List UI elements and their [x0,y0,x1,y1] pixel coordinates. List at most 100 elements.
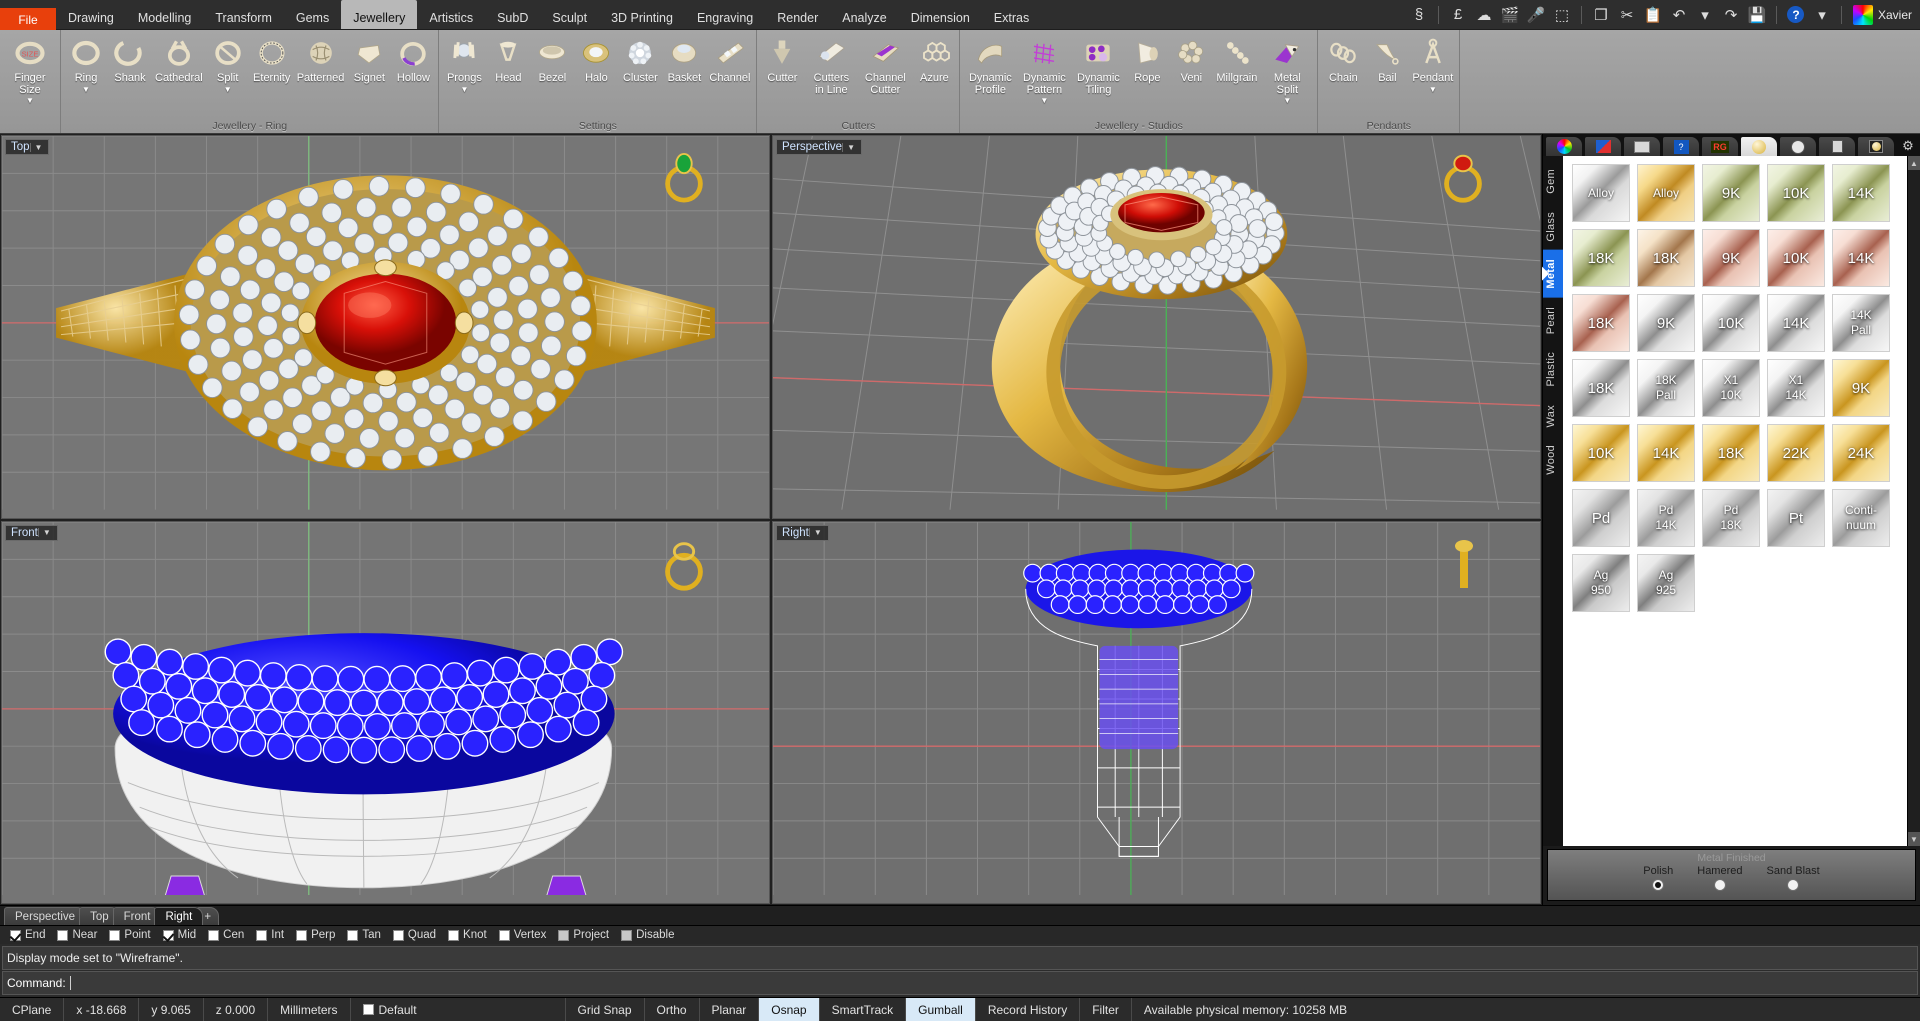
metal-finish-option-hamered[interactable]: Hamered [1697,865,1742,891]
osnap-project[interactable]: Project [558,929,609,941]
status-toggle-filter[interactable]: Filter [1080,998,1132,1021]
material-swatch[interactable]: Ag 925 [1637,554,1695,612]
viewport-front-dropdown-icon[interactable]: ▼ [38,528,55,537]
ribbon-button-ring[interactable]: Ring▼ [64,34,108,94]
material-swatch[interactable]: 10K [1767,229,1825,287]
material-swatch[interactable]: 18K Pall [1637,359,1695,417]
osnap-int[interactable]: Int [256,929,284,941]
clapperboard-icon[interactable]: 🎬 [1498,2,1522,28]
ribbon-button-prongs[interactable]: Prongs▼ [442,34,486,94]
osnap-checkbox[interactable] [57,930,68,941]
material-swatch[interactable]: X1 10K [1702,359,1760,417]
status-toggle-planar[interactable]: Planar [700,998,760,1021]
material-swatch[interactable]: Pd 14K [1637,489,1695,547]
osnap-checkbox[interactable] [10,930,21,941]
panel-settings-gear-icon[interactable]: ⚙ [1896,136,1920,156]
material-swatch[interactable]: 10K [1702,294,1760,352]
osnap-checkbox[interactable] [208,930,219,941]
panel-tab-trash[interactable] [1818,136,1856,156]
metal-finish-option-sand-blast[interactable]: Sand Blast [1767,865,1820,891]
material-swatch[interactable]: 9K [1832,359,1890,417]
material-swatch[interactable]: 14K [1832,164,1890,222]
status-toggle-smarttrack[interactable]: SmartTrack [820,998,907,1021]
material-category-wax[interactable]: Wax [1543,396,1563,437]
viewport-perspective-label[interactable]: Perspective ▼ [776,139,862,155]
osnap-checkbox[interactable] [163,930,174,941]
undo-icon[interactable]: ↶ [1667,2,1691,28]
ribbon-button-dropdown-icon[interactable]: ▼ [26,97,34,105]
osnap-perp[interactable]: Perp [296,929,335,941]
material-swatch[interactable]: 9K [1702,229,1760,287]
ribbon-button-split[interactable]: Split▼ [206,34,250,94]
ribbon-button-patterned[interactable]: Patterned [294,34,348,85]
material-swatch[interactable]: 24K [1832,424,1890,482]
material-swatch[interactable]: 9K [1702,164,1760,222]
status-toggle-osnap[interactable]: Osnap [759,998,819,1021]
viewport-right[interactable]: Right ▼ [772,521,1541,905]
ribbon-button-halo[interactable]: Halo [574,34,618,85]
ribbon-button-cutters-in-line[interactable]: Cutters in Line [804,34,858,96]
ribbon-button-bail[interactable]: Bail [1365,34,1409,85]
menu-item-modelling[interactable]: Modelling [126,0,204,29]
menu-item-3d-printing[interactable]: 3D Printing [599,0,685,29]
osnap-checkbox[interactable] [393,930,404,941]
material-category-glass[interactable]: Glass [1543,203,1563,251]
viewport-perspective-dropdown-icon[interactable]: ▼ [842,143,859,152]
viewport-tab-right[interactable]: Right [154,907,203,925]
material-swatch[interactable]: 10K [1572,424,1630,482]
ribbon-button-hollow[interactable]: Hollow [391,34,435,85]
osnap-checkbox[interactable] [499,930,510,941]
menu-item-gems[interactable]: Gems [284,0,341,29]
scroll-track[interactable] [1908,170,1920,832]
material-category-plastic[interactable]: Plastic [1543,343,1563,396]
panel-scrollbar[interactable]: ▲ ▼ [1907,156,1920,846]
panel-tab-environment[interactable] [1779,136,1817,156]
material-swatch[interactable]: 18K [1572,294,1630,352]
material-swatch[interactable]: 10K [1767,164,1825,222]
status-toggle-ortho[interactable]: Ortho [645,998,700,1021]
material-swatch[interactable]: 14K [1832,229,1890,287]
status-toggle-grid-snap[interactable]: Grid Snap [566,998,645,1021]
ribbon-button-finger-size[interactable]: SIZEFinger Size▼ [3,34,57,105]
menu-item-engraving[interactable]: Engraving [685,0,765,29]
pound-sterling-icon[interactable]: £ [1446,2,1470,28]
menu-item-analyze[interactable]: Analyze [830,0,898,29]
ribbon-button-dropdown-icon[interactable]: ▼ [1283,97,1291,105]
copy-icon[interactable]: ❐ [1589,2,1613,28]
menu-item-drawing[interactable]: Drawing [56,0,126,29]
material-category-wood[interactable]: Wood [1543,436,1563,484]
menu-item-sculpt[interactable]: Sculpt [540,0,599,29]
viewport-top-dropdown-icon[interactable]: ▼ [30,143,47,152]
menu-item-artistics[interactable]: Artistics [417,0,485,29]
microphone-icon[interactable]: 🎤 [1524,2,1548,28]
material-swatch[interactable]: Alloy [1572,164,1630,222]
redo-icon[interactable]: ↷ [1719,2,1743,28]
material-swatch[interactable]: Pd 18K [1702,489,1760,547]
panel-tab-layers[interactable] [1584,136,1622,156]
panel-tab-materials[interactable] [1740,136,1778,156]
ribbon-button-metal-split[interactable]: Metal Split▼ [1260,34,1314,105]
osnap-point[interactable]: Point [109,929,150,941]
panel-tab-help[interactable]: ? [1662,136,1700,156]
viewport-tab-perspective[interactable]: Perspective [4,907,86,925]
command-line[interactable]: Command: [2,971,1918,995]
osnap-checkbox[interactable] [448,930,459,941]
ribbon-button-azure[interactable]: Azure [912,34,956,85]
material-category-gem[interactable]: Gem [1543,160,1563,203]
panel-tab-material-editor[interactable] [1857,136,1895,156]
material-category-metal[interactable]: Metal [1543,250,1563,298]
panel-tab-color-wheel[interactable] [1545,136,1583,156]
material-swatch[interactable]: 9K [1637,294,1695,352]
menu-item-subd[interactable]: SubD [485,0,540,29]
save-icon[interactable]: 💾 [1745,2,1769,28]
signature-icon[interactable]: § [1407,2,1431,28]
status-z-coordinate[interactable]: z 0.000 [204,998,268,1021]
radio-button[interactable] [1652,879,1664,891]
osnap-checkbox[interactable] [347,930,358,941]
status-toggle-record-history[interactable]: Record History [976,998,1080,1021]
ribbon-button-eternity[interactable]: Eternity [250,34,294,85]
material-swatch[interactable]: Pd [1572,489,1630,547]
status-units[interactable]: Millimeters [268,998,350,1021]
viewport-right-label[interactable]: Right ▼ [776,525,829,541]
osnap-cen[interactable]: Cen [208,929,244,941]
